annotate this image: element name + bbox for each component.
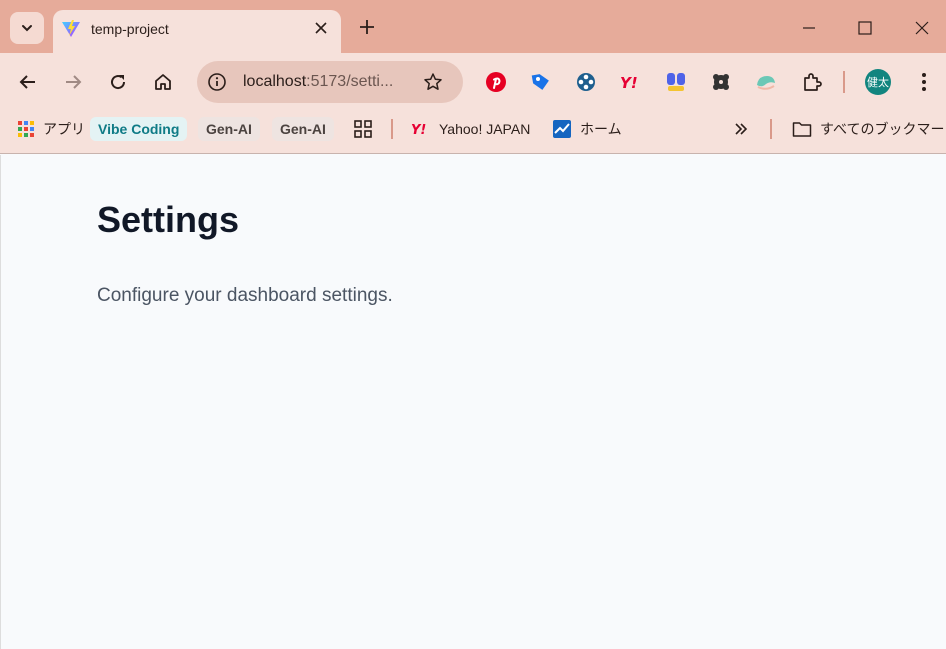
chart-app-icon (552, 119, 572, 139)
bookmark-gen-ai-2[interactable]: Gen-AI (272, 117, 334, 141)
yahoo-icon: Y! (411, 121, 431, 137)
folder-icon (792, 120, 812, 138)
reload-icon (111, 75, 126, 90)
chevron-down-icon (22, 25, 32, 32)
address-bar[interactable]: localhost:5173/setti... (197, 61, 463, 103)
minimize-button[interactable] (795, 14, 823, 42)
minimize-icon (803, 27, 815, 29)
tag-extension-icon[interactable] (529, 70, 553, 94)
bookmarks-divider (770, 119, 772, 139)
bookmark-yahoo-japan[interactable]: Y! Yahoo! JAPAN (411, 117, 530, 141)
toolbar-divider (843, 71, 845, 93)
bookmark-vibe-coding[interactable]: Vibe Coding (90, 117, 188, 141)
whale-extension-icon[interactable] (754, 70, 778, 94)
home-icon (155, 74, 171, 90)
tab-strip: temp-project (0, 0, 946, 53)
forward-button[interactable] (58, 67, 88, 97)
bookmark-home[interactable]: ホーム (552, 117, 622, 141)
svg-text:Y!: Y! (411, 123, 426, 137)
url-path: :5173/setti... (306, 73, 394, 90)
maximize-button[interactable] (851, 14, 879, 42)
arrow-right-icon (66, 75, 82, 89)
tab-title: temp-project (91, 21, 169, 37)
apps-grid-icon (17, 120, 35, 138)
bookmark-label: ホーム (580, 121, 622, 137)
back-button[interactable] (13, 67, 43, 97)
url-host: localhost (243, 73, 307, 90)
page-title: Settings (97, 199, 240, 240)
more-bookmarks-button[interactable] (733, 117, 749, 141)
bookmark-label: アプリ (43, 121, 85, 137)
puzzle-piece-extension-icon[interactable] (709, 70, 733, 94)
tab-search-button[interactable] (10, 12, 44, 44)
bookmark-apps[interactable]: アプリ (17, 117, 85, 141)
plus-icon (360, 20, 374, 34)
close-icon (315, 22, 327, 34)
reload-button[interactable] (103, 67, 133, 97)
double-chevron-right-icon (735, 123, 748, 135)
pinterest-icon[interactable] (484, 70, 508, 94)
url-text[interactable]: localhost:5173/setti... (243, 73, 411, 91)
maximize-icon (858, 21, 872, 35)
network-extension-icon[interactable] (574, 70, 598, 94)
bookmark-grid-folder[interactable] (354, 117, 372, 141)
bookmark-label: すべてのブックマーク (820, 121, 946, 137)
arrow-left-icon (19, 75, 35, 89)
vite-logo-icon (62, 20, 80, 37)
bookmark-gen-ai-1[interactable]: Gen-AI (198, 117, 260, 141)
extensions-icon[interactable] (800, 70, 824, 94)
bookmark-star-icon[interactable] (423, 72, 443, 92)
bookmarks-divider (391, 119, 393, 139)
profile-avatar[interactable]: 健太 (865, 69, 891, 95)
home-button[interactable] (148, 67, 178, 97)
bookmarks-bar: アプリ Vibe Coding Gen-AI Gen-AI Y! Yahoo! … (0, 110, 946, 154)
site-info-icon[interactable] (207, 72, 227, 92)
close-window-button[interactable] (908, 14, 936, 42)
browser-menu-button[interactable] (912, 70, 936, 94)
close-icon (915, 21, 929, 35)
blocks-extension-icon[interactable] (664, 70, 688, 94)
grid-icon (354, 120, 372, 138)
new-tab-button[interactable] (356, 16, 378, 38)
all-bookmarks-folder[interactable]: すべてのブックマーク (792, 117, 946, 141)
active-tab[interactable]: temp-project (53, 10, 341, 53)
svg-text:Y!: Y! (620, 74, 638, 92)
page-content: Settings Configure your dashboard settin… (0, 155, 946, 649)
bookmark-label: Yahoo! JAPAN (439, 121, 531, 137)
yahoo-extension-icon[interactable]: Y! (619, 70, 643, 94)
page-description: Configure your dashboard settings. (97, 285, 393, 306)
browser-toolbar: localhost:5173/setti... Y! 健太 (0, 53, 946, 110)
close-tab-button[interactable] (310, 17, 332, 39)
